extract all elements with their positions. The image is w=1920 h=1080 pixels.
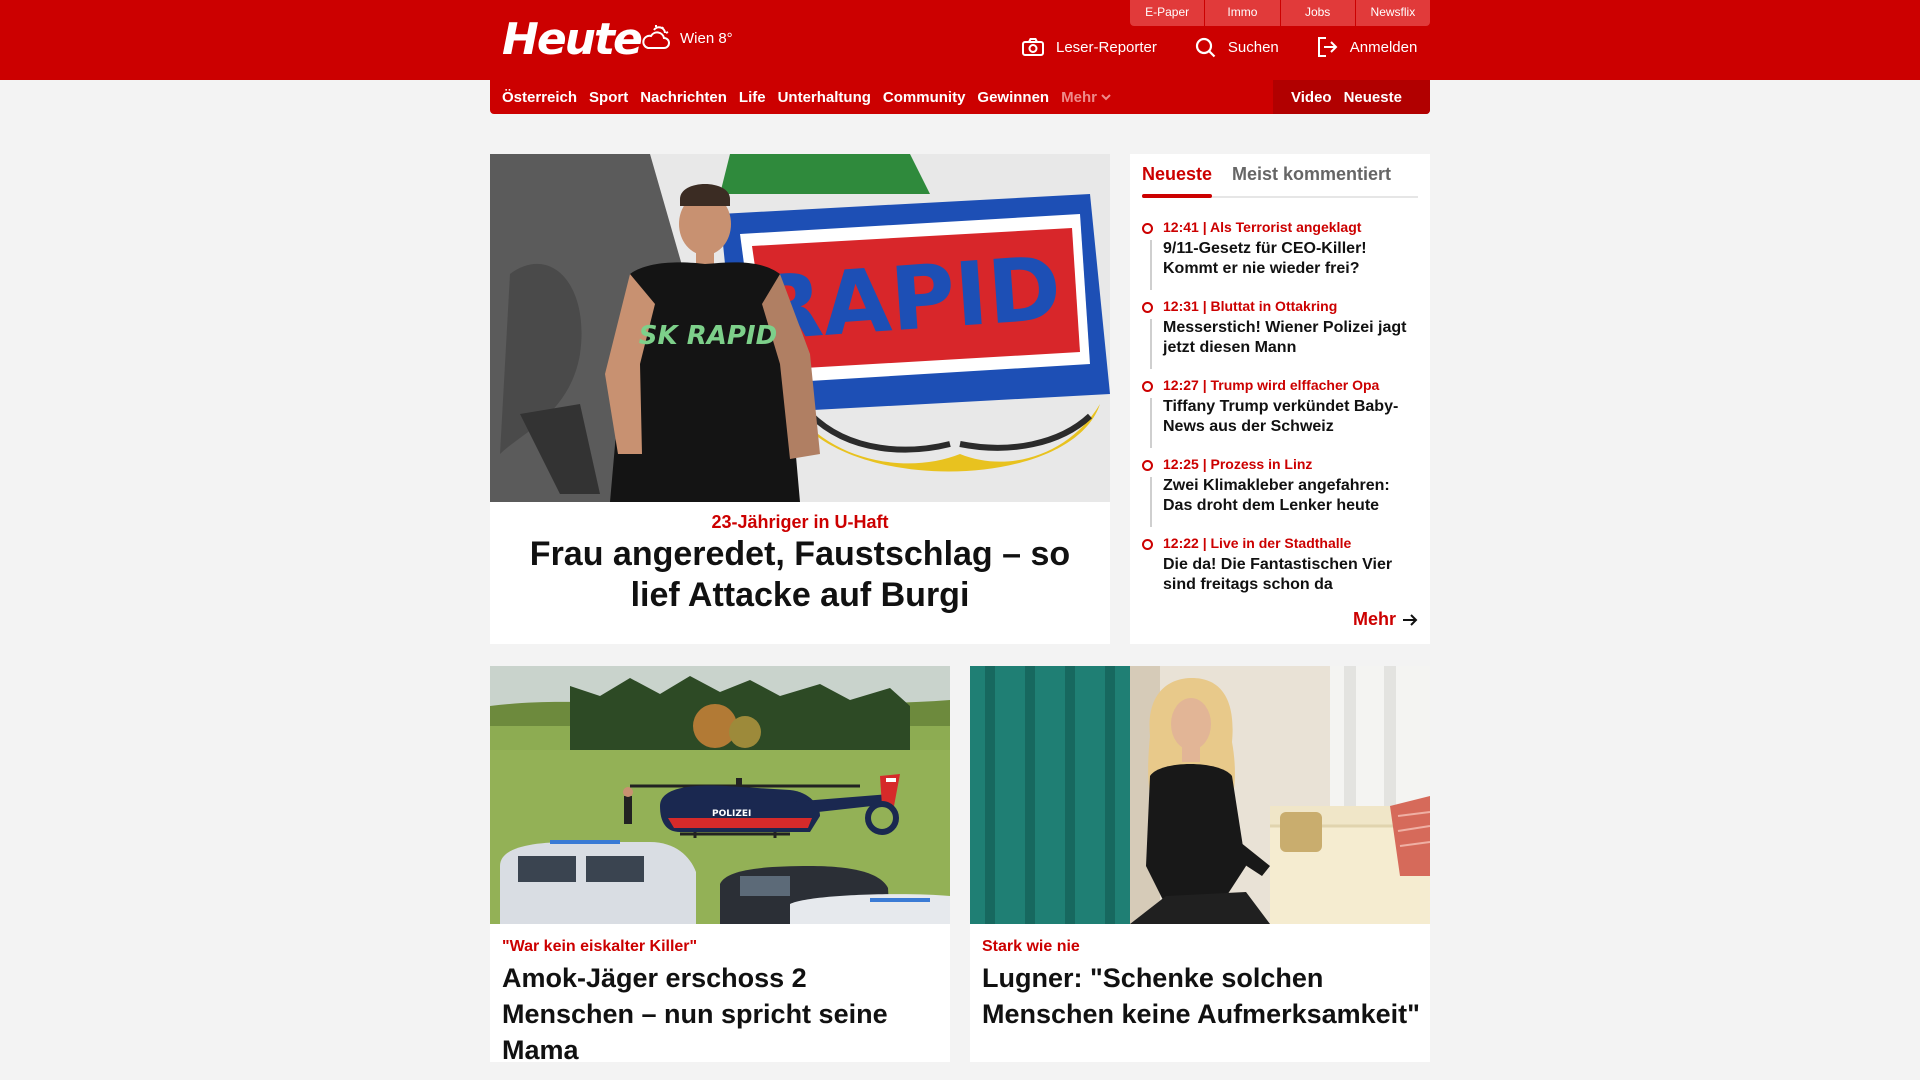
search-button[interactable]: Suchen [1195,37,1279,58]
timeline-title[interactable]: Messerstich! Wiener Polizei jagt jetzt d… [1163,318,1418,358]
timeline-title[interactable]: Tiffany Trump verkündet Baby-News aus de… [1163,397,1418,437]
sidebar-tabs: Neueste Meist kommentiert [1142,154,1418,198]
timeline-title[interactable]: Zwei Klimakleber angefahren: Das droht d… [1163,476,1418,516]
article-kicker: Stark wie nie [982,938,1080,955]
timeline-meta: 12:31 | Bluttat in Ottakring [1163,298,1338,314]
arrow-right-icon [1403,613,1418,626]
site-logo[interactable]: Heute [502,14,643,65]
nav-item-neueste[interactable]: Neueste [1344,89,1402,106]
hero-illustration: RAPID SK RAPID [490,154,1110,502]
nav-more-label: Mehr [1061,88,1097,106]
nav-more-dropdown[interactable]: Mehr [1061,89,1111,106]
hero-image[interactable]: RAPID SK RAPID [490,154,1110,502]
nav-right-group: Video Neueste [1273,80,1430,114]
timeline-meta: 12:41 | Als Terrorist angeklagt [1163,219,1362,235]
timeline-item[interactable]: 12:25 | Prozess in Linz Zwei Klimakleber… [1142,455,1418,534]
timeline-dot-icon [1142,381,1153,392]
main-navigation: Österreich Sport Nachrichten Life Unterh… [490,80,1430,114]
nav-item-oesterreich[interactable]: Österreich [502,89,577,106]
login-button[interactable]: Anmelden [1317,37,1418,57]
leser-reporter-button[interactable]: Leser-Reporter [1022,38,1157,56]
login-icon [1317,37,1338,57]
news-timeline: 12:41 | Als Terrorist angeklagt 9/11-Ges… [1142,218,1418,613]
timeline-line [1150,477,1152,527]
search-icon [1195,37,1216,57]
tab-neueste[interactable]: Neueste [1142,164,1213,198]
article-image[interactable] [970,666,1430,924]
search-label: Suchen [1227,38,1279,56]
article-headline[interactable]: Lugner: "Schenke solchen Menschen keine … [982,960,1422,1032]
sidebar-more-label: Mehr [1352,609,1396,629]
timeline-item[interactable]: 12:31 | Bluttat in Ottakring Messerstich… [1142,297,1418,376]
top-header: E-Paper Immo Jobs Newsflix Heute Wien 8°… [0,0,1920,80]
nav-item-video[interactable]: Video [1291,89,1332,106]
timeline-dot-icon [1142,460,1153,471]
hero-shirt-text: SK RAPID [639,321,777,351]
login-label: Anmelden [1349,38,1418,56]
timeline-meta: 12:22 | Live in der Stadthalle [1163,535,1352,551]
article-image[interactable]: POLIZEI [490,666,950,924]
timeline-line [1150,319,1152,369]
tab-meist-kommentiert[interactable]: Meist kommentiert [1232,164,1391,185]
nav-item-life[interactable]: Life [739,89,766,106]
nav-item-sport[interactable]: Sport [589,89,628,106]
nav-item-community[interactable]: Community [883,89,966,106]
timeline-meta: 12:27 | Trump wird elffacher Opa [1163,377,1380,393]
article-card[interactable]: Stark wie nie Lugner: "Schenke solchen M… [970,666,1430,1062]
nav-item-nachrichten[interactable]: Nachrichten [640,89,727,106]
weather-widget[interactable]: Wien 8° [640,24,733,52]
nav-item-gewinnen[interactable]: Gewinnen [977,89,1049,106]
timeline-dot-icon [1142,223,1153,234]
latest-news-sidebar: Neueste Meist kommentiert 12:41 | Als Te… [1130,154,1430,644]
nav-item-unterhaltung[interactable]: Unterhaltung [778,89,871,106]
article-headline[interactable]: Amok-Jäger erschoss 2 Menschen – nun spr… [502,960,942,1068]
article-card[interactable]: POLIZEI "War kein eiskalter Killer" Amok… [490,666,950,1065]
weather-cloud-icon [642,25,670,49]
article-kicker: "War kein eiskalter Killer" [502,938,698,955]
timeline-item[interactable]: 12:22 | Live in der Stadthalle Die da! D… [1142,534,1418,613]
camera-icon [1022,38,1044,56]
weather-text: Wien 8° [680,29,733,47]
hero-headline[interactable]: Frau angeredet, Faustschlag – so lief At… [510,534,1090,616]
nav-menu: Österreich Sport Nachrichten Life Unterh… [502,80,1123,114]
timeline-item[interactable]: 12:27 | Trump wird elffacher Opa Tiffany… [1142,376,1418,455]
timeline-item[interactable]: 12:41 | Als Terrorist angeklagt 9/11-Ges… [1142,218,1418,297]
timeline-line [1150,398,1152,448]
leser-reporter-label: Leser-Reporter [1056,38,1157,56]
timeline-title[interactable]: Die da! Die Fantastischen Vier sind frei… [1163,555,1418,595]
timeline-title[interactable]: 9/11-Gesetz für CEO-Killer! Kommt er nie… [1163,239,1418,279]
hero-article[interactable]: RAPID SK RAPID 23-Jähriger in U-Haft Fra… [490,154,1110,644]
timeline-dot-icon [1142,539,1153,550]
timeline-dot-icon [1142,302,1153,313]
interview-scene [970,666,1430,924]
timeline-meta: 12:25 | Prozess in Linz [1163,456,1313,472]
chevron-down-icon [1101,93,1111,100]
hero-kicker: 23-Jähriger in U-Haft [711,512,889,532]
helicopter-scene: POLIZEI [490,666,950,924]
timeline-line [1150,240,1152,290]
sidebar-more-link[interactable]: Mehr [1353,609,1418,630]
helicopter-text: POLIZEI [712,809,751,819]
